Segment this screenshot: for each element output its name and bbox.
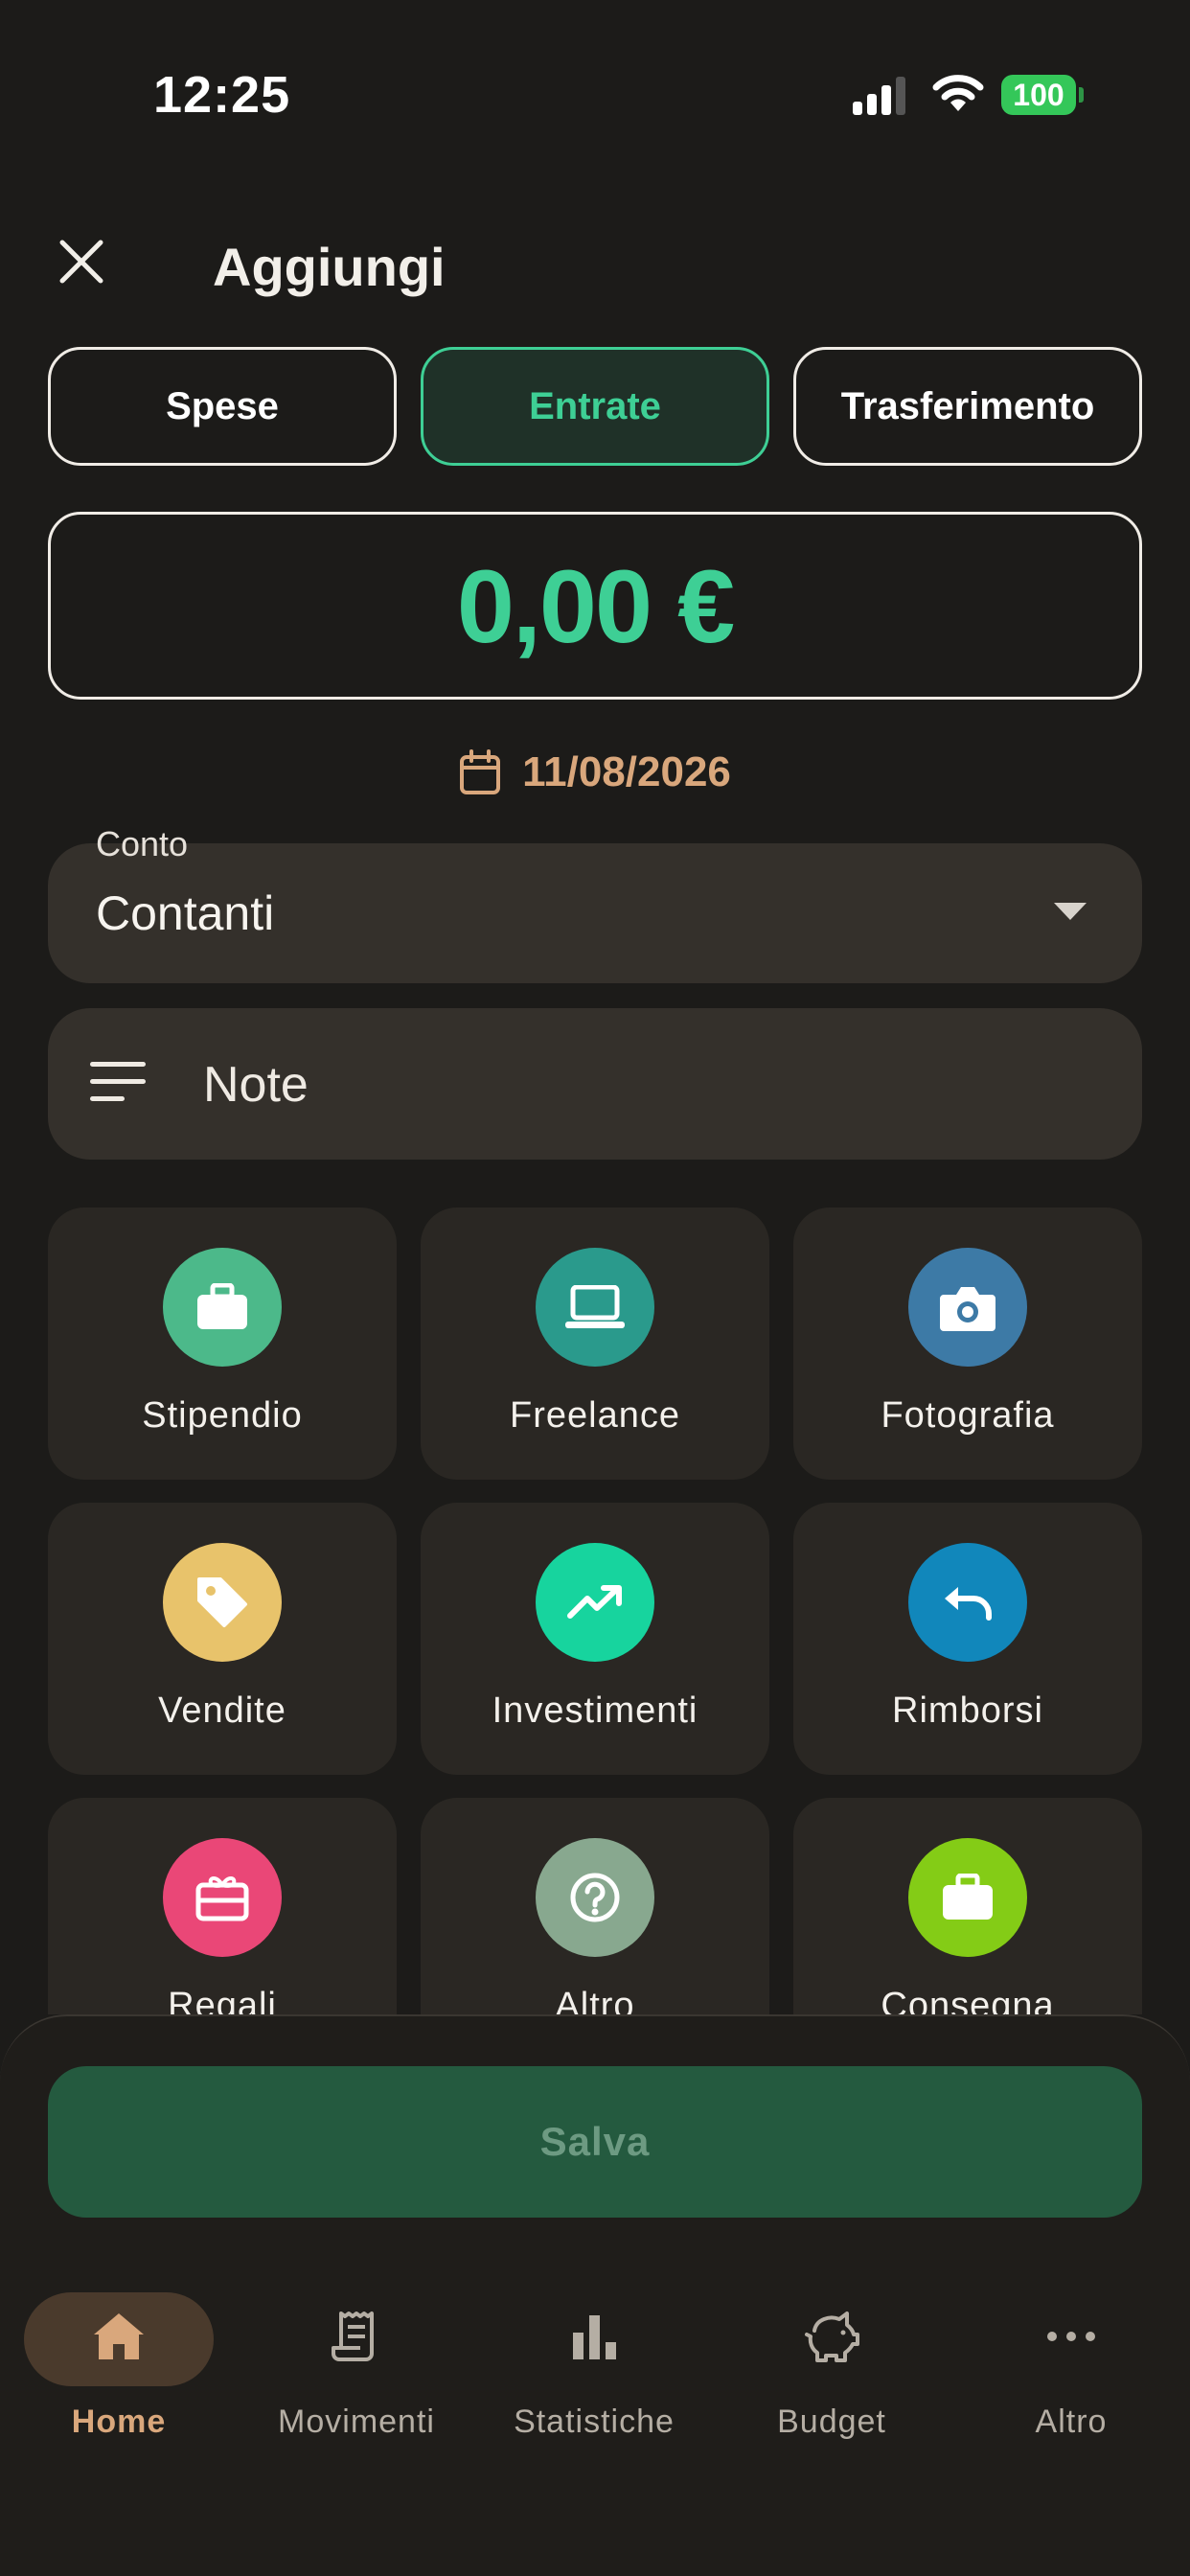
category-stipendio[interactable]: Stipendio <box>48 1208 397 1480</box>
nav-label-movimenti: Movimenti <box>278 2404 435 2440</box>
home-icon <box>94 2313 144 2359</box>
notes-icon <box>90 1062 146 1101</box>
briefcase-icon <box>163 1248 282 1367</box>
tab-income[interactable]: Entrate <box>421 347 769 466</box>
close-icon <box>59 240 103 284</box>
category-label: Fotografia <box>881 1395 1055 1436</box>
status-time: 12:25 <box>153 66 291 124</box>
wifi-icon <box>932 75 984 111</box>
category-consegna[interactable]: Consegna <box>793 1798 1142 2014</box>
date-value: 11/08/2026 <box>522 748 731 795</box>
nav-label-altro: Altro <box>1035 2404 1108 2440</box>
trending-up-icon <box>536 1543 654 1662</box>
camera-icon <box>908 1248 1027 1367</box>
more-horizontal-icon <box>1047 2332 1095 2341</box>
nav-item-budget[interactable]: Budget <box>713 2290 950 2453</box>
category-label: Freelance <box>510 1395 680 1436</box>
category-fotografia[interactable]: Fotografia <box>793 1208 1142 1480</box>
category-investimenti[interactable]: Investimenti <box>421 1503 769 1775</box>
category-rimborsi[interactable]: Rimborsi <box>793 1503 1142 1775</box>
battery-level: 100 <box>1001 75 1076 115</box>
tab-transfer[interactable]: Trasferimento <box>793 347 1142 466</box>
date-picker[interactable]: 11/08/2026 <box>0 744 1190 801</box>
account-select[interactable]: Contanti <box>48 843 1142 983</box>
nav-item-statistiche[interactable]: Statistiche <box>475 2290 713 2453</box>
category-altro[interactable]: Altro <box>421 1798 769 2014</box>
category-label: Vendite <box>158 1690 286 1731</box>
laptop-icon <box>536 1248 654 1367</box>
note-placeholder: Note <box>203 1057 309 1113</box>
category-grid: Stipendio Freelance Fotografia Vendite I… <box>0 1198 1190 2014</box>
nav-label-home: Home <box>71 2404 167 2440</box>
account-label: Conto <box>96 824 189 863</box>
bar-chart-icon <box>573 2315 616 2359</box>
nav-label-budget: Budget <box>777 2404 886 2440</box>
piggy-bank-icon <box>805 2312 859 2362</box>
category-label: Regali <box>168 1986 277 2014</box>
category-freelance[interactable]: Freelance <box>421 1208 769 1480</box>
help-circle-icon <box>536 1838 654 1957</box>
account-value: Contanti <box>96 886 275 940</box>
cellular-signal-icon <box>853 77 905 115</box>
chevron-down-icon <box>1054 903 1087 920</box>
page-title: Aggiungi <box>213 237 446 297</box>
nav-item-home[interactable]: Home <box>0 2290 238 2453</box>
battery-icon: 100 <box>1001 75 1084 115</box>
nav-item-altro[interactable]: Altro <box>952 2290 1190 2453</box>
amount-input[interactable]: 0,00 € <box>48 512 1142 700</box>
receipt-icon <box>332 2312 374 2361</box>
gift-card-icon <box>163 1838 282 1957</box>
amount-value: 0,00 € <box>456 547 735 664</box>
nav-item-movimenti[interactable]: Movimenti <box>238 2290 475 2453</box>
calendar-icon <box>460 749 501 794</box>
status-bar: 12:25 100 <box>0 0 1190 192</box>
category-label: Consegna <box>881 1986 1055 2014</box>
category-label: Altro <box>555 1986 635 2014</box>
category-label: Stipendio <box>142 1395 303 1436</box>
category-label: Investimenti <box>492 1690 698 1731</box>
category-regali[interactable]: Regali <box>48 1798 397 2014</box>
category-vendite[interactable]: Vendite <box>48 1503 397 1775</box>
close-button[interactable] <box>50 230 113 293</box>
note-field[interactable]: Note <box>48 1008 1142 1160</box>
tag-icon <box>163 1543 282 1662</box>
briefcase-icon <box>908 1838 1027 1957</box>
category-label: Rimborsi <box>892 1690 1043 1731</box>
save-button[interactable]: Salva <box>48 2066 1142 2218</box>
undo-icon <box>908 1543 1027 1662</box>
tab-expenses[interactable]: Spese <box>48 347 397 466</box>
nav-label-statistiche: Statistiche <box>514 2404 675 2440</box>
